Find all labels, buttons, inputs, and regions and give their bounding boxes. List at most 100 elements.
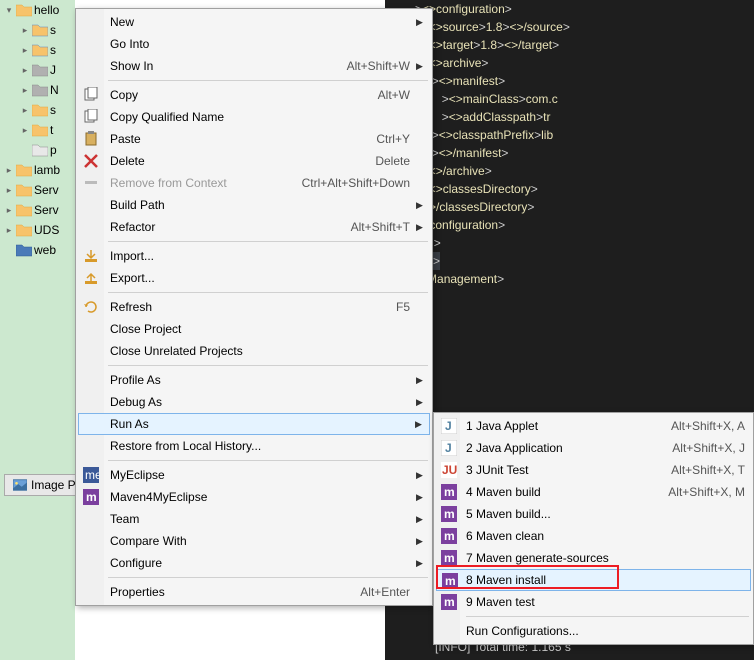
tree-label: Serv	[34, 203, 59, 217]
submenu-4-maven-build[interactable]: m4 Maven buildAlt+Shift+X, M	[436, 481, 751, 503]
menu-refresh[interactable]: RefreshF5	[78, 296, 430, 318]
paste-icon	[83, 131, 99, 147]
svg-text:me: me	[85, 468, 99, 482]
menu-label: 2 Java Application	[466, 441, 672, 455]
tree-label: N	[50, 83, 59, 97]
menu-refactor[interactable]: RefactorAlt+Shift+T▶	[78, 216, 430, 238]
tree-item-0[interactable]: ▾ hello	[0, 0, 75, 20]
tree-label: t	[50, 123, 53, 137]
ju-icon: JU	[441, 462, 457, 478]
expand-toggle[interactable]: ▸	[20, 125, 30, 135]
svg-text:J: J	[445, 419, 452, 433]
chevron-right-icon: ▶	[416, 200, 424, 211]
submenu-run-configurations[interactable]: Run Configurations...	[436, 620, 751, 642]
menu-profile-as[interactable]: Profile As▶	[78, 369, 430, 391]
menu-run-as[interactable]: Run As▶	[78, 413, 430, 435]
menu-compare-with[interactable]: Compare With▶	[78, 530, 430, 552]
expand-toggle[interactable]: ▸	[4, 205, 14, 215]
menu-close-unrelated-projects[interactable]: Close Unrelated Projects	[78, 340, 430, 362]
svg-text:J: J	[445, 441, 452, 455]
tree-item-4[interactable]: ▸N	[0, 80, 75, 100]
submenu-3-junit-test[interactable]: JU3 JUnit TestAlt+Shift+X, T	[436, 459, 751, 481]
submenu-1-java-applet[interactable]: J1 Java AppletAlt+Shift+X, A	[436, 415, 751, 437]
tree-item-8[interactable]: ▸lamb	[0, 160, 75, 180]
submenu-6-maven-clean[interactable]: m6 Maven clean	[436, 525, 751, 547]
tree-item-7[interactable]: p	[0, 140, 75, 160]
shortcut: Alt+Shift+X, T	[671, 463, 745, 477]
tree-label: hello	[34, 3, 59, 17]
tree-label: UDS	[34, 223, 59, 237]
project-icon	[16, 203, 32, 217]
tree-item-9[interactable]: ▸Serv	[0, 180, 75, 200]
expand-toggle[interactable]: ▸	[20, 85, 30, 95]
menu-go-into[interactable]: Go Into	[78, 33, 430, 55]
menu-paste[interactable]: PasteCtrl+Y	[78, 128, 430, 150]
run-as-submenu[interactable]: J1 Java AppletAlt+Shift+X, AJ2 Java Appl…	[433, 412, 754, 645]
tree-item-3[interactable]: ▸J	[0, 60, 75, 80]
menu-close-project[interactable]: Close Project	[78, 318, 430, 340]
menu-export[interactable]: Export...	[78, 267, 430, 289]
menu-team[interactable]: Team▶	[78, 508, 430, 530]
menu-myeclipse[interactable]: meMyEclipse▶	[78, 464, 430, 486]
tree-item-1[interactable]: ▸s	[0, 20, 75, 40]
menu-import[interactable]: Import...	[78, 245, 430, 267]
submenu-5-maven-build[interactable]: m5 Maven build...	[436, 503, 751, 525]
menu-restore-from-local-history[interactable]: Restore from Local History...	[78, 435, 430, 457]
tree-item-12[interactable]: web	[0, 240, 75, 260]
image-preview-tab[interactable]: Image P	[4, 474, 85, 496]
expand-toggle[interactable]: ▸	[20, 25, 30, 35]
menu-debug-as[interactable]: Debug As▶	[78, 391, 430, 413]
expand-toggle[interactable]: ▸	[4, 165, 14, 175]
menu-separator	[108, 292, 428, 293]
expand-toggle[interactable]	[4, 245, 14, 255]
library-icon	[32, 83, 48, 97]
menu-separator	[108, 577, 428, 578]
file-xml-icon	[32, 143, 48, 157]
tree-item-10[interactable]: ▸ Serv	[0, 200, 75, 220]
tree-item-2[interactable]: ▸s	[0, 40, 75, 60]
menu-copy-qualified-name[interactable]: Copy Qualified Name	[78, 106, 430, 128]
menu-configure[interactable]: Configure▶	[78, 552, 430, 574]
expand-toggle[interactable]: ▸	[4, 185, 14, 195]
code-line: pluginManagement>	[395, 270, 754, 288]
folder-src-icon	[32, 43, 48, 57]
menu-label: Paste	[110, 132, 376, 146]
context-menu[interactable]: New▶Go IntoShow InAlt+Shift+W▶CopyAlt+WC…	[75, 8, 433, 606]
submenu-2-java-application[interactable]: J2 Java ApplicationAlt+Shift+X, J	[436, 437, 751, 459]
menu-copy[interactable]: CopyAlt+W	[78, 84, 430, 106]
menu-properties[interactable]: PropertiesAlt+Enter	[78, 581, 430, 603]
submenu-9-maven-test[interactable]: m9 Maven test	[436, 591, 751, 613]
expand-toggle[interactable]	[20, 145, 30, 155]
shortcut: Alt+W	[378, 88, 410, 102]
expand-toggle[interactable]: ▾	[4, 5, 14, 15]
project-explorer[interactable]: ▾hello▸s▸s▸J▸N▸s▸tp▸lamb▸Serv▸Serv▸UDSwe…	[0, 0, 75, 660]
tree-item-5[interactable]: ▸s	[0, 100, 75, 120]
chevron-right-icon: ▶	[416, 397, 424, 408]
code-line: ><>manifest>	[395, 72, 754, 90]
menu-label: Go Into	[110, 37, 416, 51]
menu-label: MyEclipse	[110, 468, 416, 482]
svg-text:m: m	[444, 507, 455, 521]
expand-toggle[interactable]: ▸	[4, 225, 14, 235]
expand-toggle[interactable]: ▸	[20, 65, 30, 75]
menu-delete[interactable]: DeleteDelete	[78, 150, 430, 172]
tree-item-6[interactable]: ▸t	[0, 120, 75, 140]
copy-icon	[83, 109, 99, 125]
menu-build-path[interactable]: Build Path▶	[78, 194, 430, 216]
svg-text:m: m	[444, 485, 455, 499]
me-icon: me	[83, 467, 99, 483]
submenu-7-maven-generate-sources[interactable]: m7 Maven generate-sources	[436, 547, 751, 569]
svg-text:m: m	[444, 551, 455, 565]
tree-label: web	[34, 243, 56, 257]
submenu-8-maven-install[interactable]: m8 Maven install	[436, 569, 751, 591]
menu-label: Remove from Context	[110, 176, 302, 190]
menu-show-in[interactable]: Show InAlt+Shift+W▶	[78, 55, 430, 77]
tree-item-11[interactable]: ▸ UDS	[0, 220, 75, 240]
menu-new[interactable]: New▶	[78, 11, 430, 33]
code-line: ><>addClasspath>tr	[395, 108, 754, 126]
shortcut: Delete	[375, 154, 410, 168]
m-icon: m	[441, 528, 457, 544]
expand-toggle[interactable]: ▸	[20, 105, 30, 115]
menu-maven4myeclipse[interactable]: mMaven4MyEclipse▶	[78, 486, 430, 508]
expand-toggle[interactable]: ▸	[20, 45, 30, 55]
